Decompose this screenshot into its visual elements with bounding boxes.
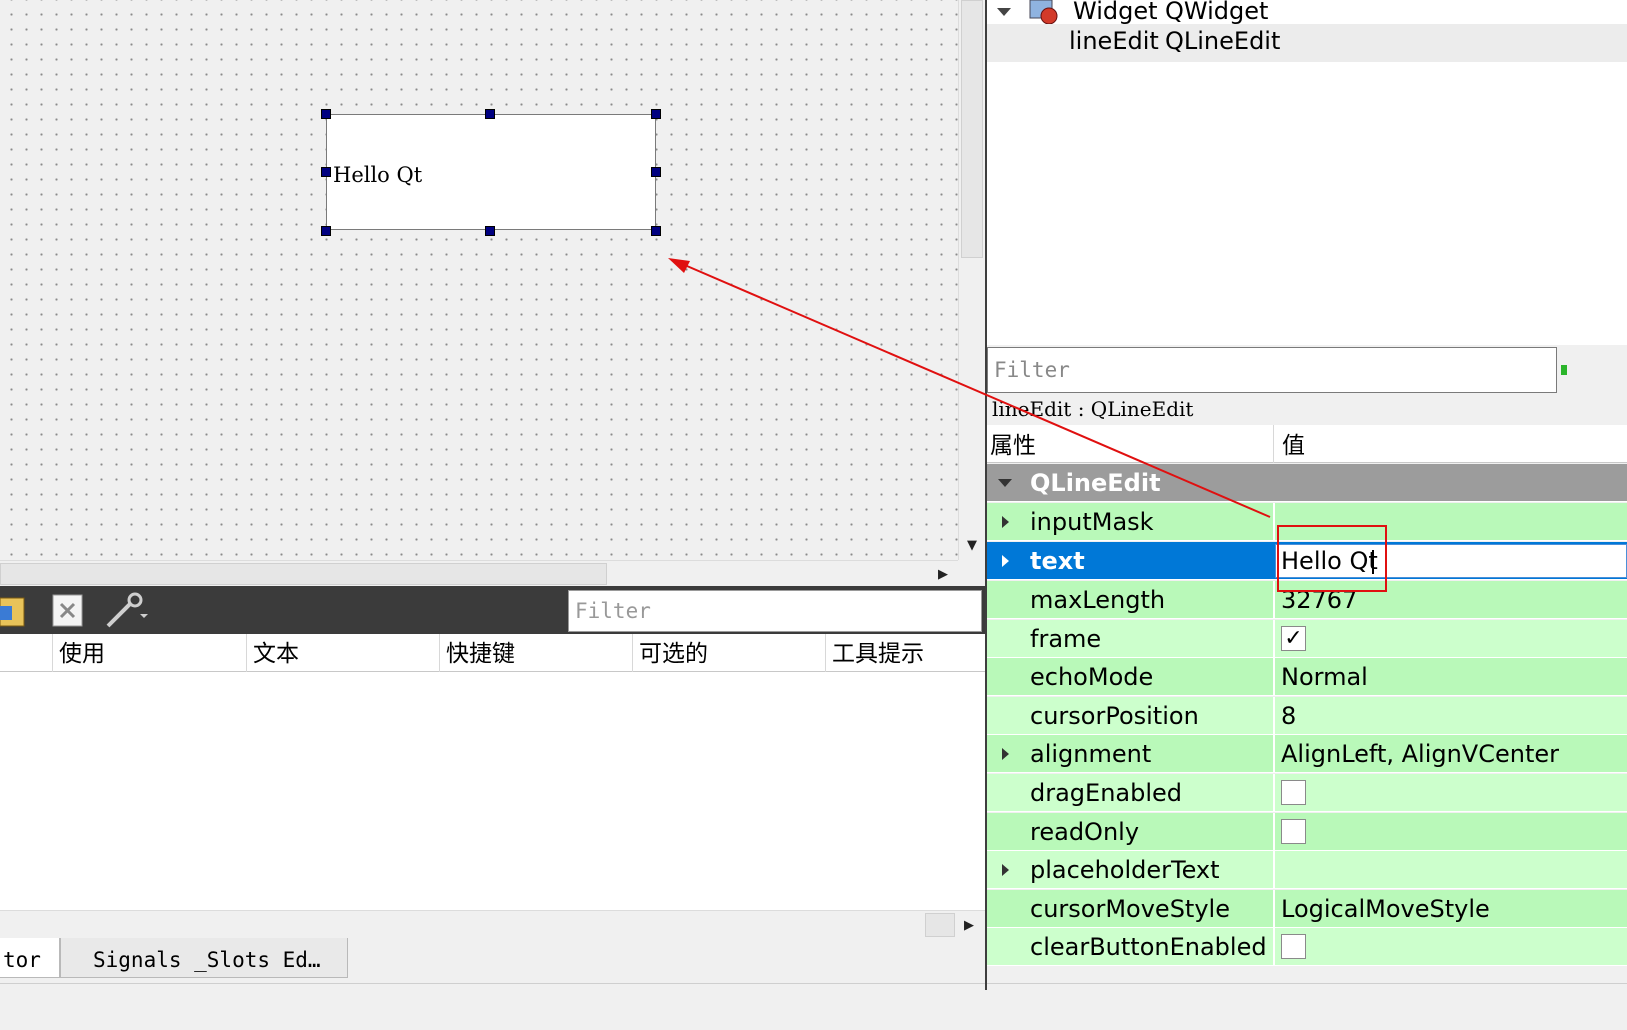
resize-handle[interactable] (485, 226, 495, 236)
property-row-alignment[interactable]: alignment AlignLeft, AlignVCenter (987, 735, 1627, 773)
column-header[interactable]: 快捷键 (439, 634, 632, 672)
header-property[interactable]: 属性 (990, 425, 1036, 463)
widget-icon (1029, 0, 1061, 26)
tab-signals-slots-editor[interactable]: Signals _Slots Ed… (60, 938, 348, 978)
property-group-qlineedit[interactable]: QLineEdit (987, 464, 1627, 502)
expand-arrow-icon[interactable] (1002, 555, 1009, 567)
action-table-header: 使用 文本 快捷键 可选的 工具提示 (0, 634, 985, 672)
resize-handle[interactable] (651, 109, 661, 119)
property-class-label: lineEdit : QLineEdit (992, 397, 1194, 421)
canvas-horizontal-scrollbar[interactable]: ▶ (0, 560, 958, 587)
tab-action-editor[interactable]: tor (0, 938, 60, 978)
frame-checkbox[interactable]: ✓ (1281, 626, 1306, 651)
expand-arrow-icon[interactable] (997, 8, 1011, 16)
property-row-echomode[interactable]: echoMode Normal (987, 658, 1627, 696)
new-action-icon[interactable] (0, 594, 26, 628)
form-lineedit[interactable]: Hello Qt (326, 114, 656, 230)
expand-arrow-icon[interactable] (1002, 864, 1009, 876)
filter-side-strip (1557, 347, 1627, 393)
collapse-arrow-icon[interactable] (998, 479, 1012, 487)
readonly-checkbox[interactable] (1281, 819, 1306, 844)
status-bar (0, 983, 1627, 1030)
dragenabled-checkbox[interactable] (1281, 780, 1306, 805)
object-name: lineEdit (1069, 27, 1159, 55)
scroll-right-icon[interactable]: ▶ (930, 561, 956, 587)
property-row-dragenabled[interactable]: dragEnabled (987, 774, 1627, 812)
column-header[interactable]: 工具提示 (825, 634, 985, 672)
column-header[interactable]: 使用 (52, 634, 246, 672)
resize-handle[interactable] (321, 109, 331, 119)
resize-handle[interactable] (485, 109, 495, 119)
property-filter-input[interactable]: Filter (987, 347, 1557, 393)
canvas-vertical-scrollbar[interactable]: ▼ (958, 0, 986, 560)
expand-arrow-icon[interactable] (1002, 748, 1009, 760)
property-table-header: 属性 值 (987, 425, 1627, 463)
property-row-readonly[interactable]: readOnly (987, 813, 1627, 851)
resize-handle[interactable] (321, 167, 331, 177)
tree-row-lineedit[interactable]: lineEdit QLineEdit (987, 24, 1627, 62)
property-row-frame[interactable]: frame ✓ (987, 620, 1627, 658)
property-row-clearbuttonenabled[interactable]: clearButtonEnabled (987, 928, 1627, 966)
header-value[interactable]: 值 (1273, 425, 1622, 463)
resize-handle[interactable] (321, 226, 331, 236)
editor-tab-bar: tor Signals _Slots Ed… (0, 938, 985, 986)
property-row-cursormovestyle[interactable]: cursorMoveStyle LogicalMoveStyle (987, 890, 1627, 928)
annotation-highlight-box (1277, 525, 1387, 592)
column-header[interactable]: 可选的 (632, 634, 825, 672)
scroll-down-icon[interactable]: ▼ (959, 532, 985, 558)
column-header[interactable]: 文本 (246, 634, 439, 672)
object-class: QLineEdit (1165, 27, 1281, 55)
action-filter-input[interactable]: Filter (568, 590, 982, 632)
property-row-placeholdertext[interactable]: placeholderText (987, 851, 1627, 889)
action-horizontal-scrollbar[interactable]: ▶ (0, 910, 985, 939)
wrench-icon[interactable] (104, 592, 148, 630)
scrollbar-thumb[interactable] (925, 913, 955, 937)
object-inspector: Widget QWidget lineEdit QLineEdit (987, 0, 1627, 345)
delete-action-icon[interactable] (52, 594, 84, 628)
scrollbar-thumb[interactable] (0, 563, 607, 585)
scrollbar-thumb[interactable] (961, 0, 983, 258)
property-row-cursorposition[interactable]: cursorPosition 8 (987, 697, 1627, 735)
action-table-body[interactable] (0, 672, 985, 910)
resize-handle[interactable] (651, 226, 661, 236)
form-lineedit-text: Hello Qt (333, 163, 423, 187)
resize-handle[interactable] (651, 167, 661, 177)
form-canvas[interactable]: Hello Qt (0, 0, 958, 560)
expand-arrow-icon[interactable] (1002, 516, 1009, 528)
scroll-right-icon[interactable]: ▶ (956, 912, 982, 938)
clearbuttonenabled-checkbox[interactable] (1281, 934, 1306, 959)
